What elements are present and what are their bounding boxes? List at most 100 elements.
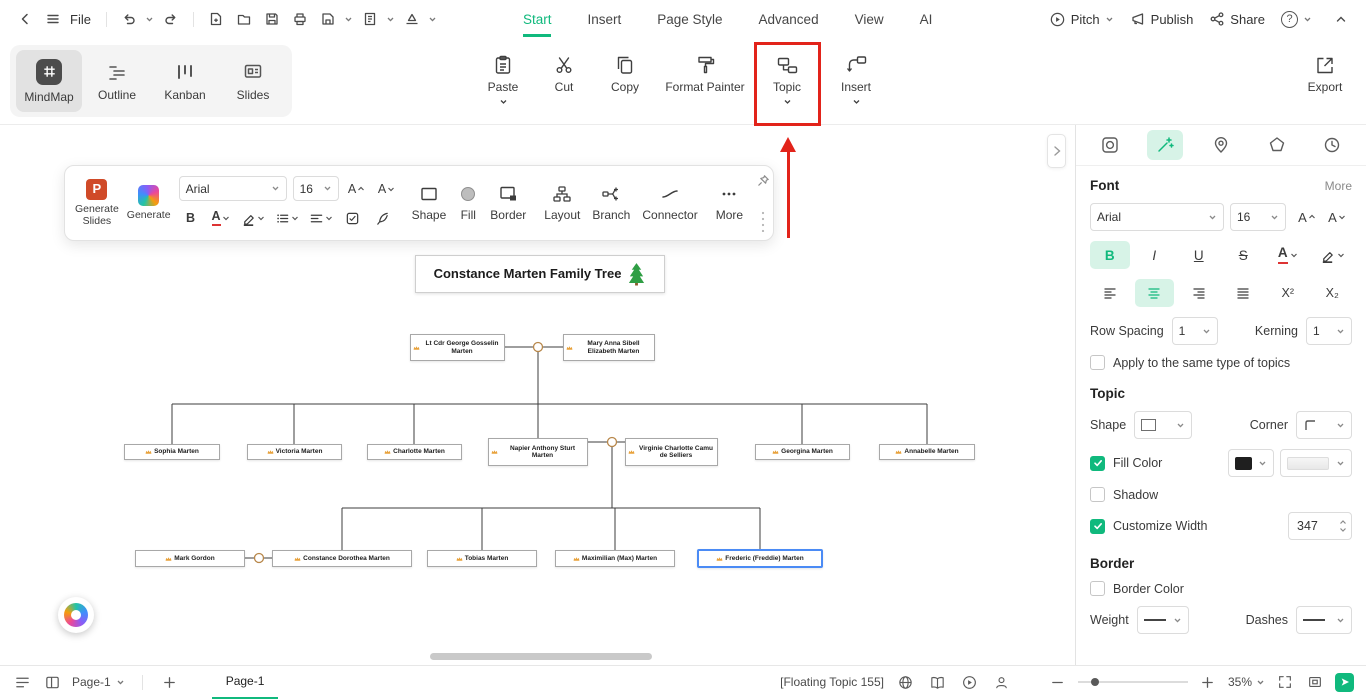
tree-node[interactable]: Maximilian (Max) Marten: [555, 550, 675, 567]
stepper-up-icon[interactable]: [1339, 519, 1347, 525]
outline-view-icon[interactable]: [12, 672, 32, 692]
tab-history[interactable]: [1314, 130, 1350, 160]
horizontal-scrollbar[interactable]: [430, 653, 652, 660]
back-icon[interactable]: [12, 6, 38, 32]
apply-same-type-checkbox[interactable]: [1090, 355, 1105, 370]
panel-decrease-font-button[interactable]: A: [1322, 203, 1352, 231]
collapse-panel-button[interactable]: [1047, 134, 1066, 168]
decrease-font-button[interactable]: A: [375, 177, 399, 201]
fullscreen-icon[interactable]: [1275, 672, 1295, 692]
clear-format-button[interactable]: [371, 206, 395, 230]
task-list-button[interactable]: [341, 206, 365, 230]
more-button[interactable]: More: [711, 183, 748, 224]
fill-color-select[interactable]: [1228, 449, 1274, 477]
cut-button[interactable]: Cut: [544, 46, 584, 118]
paste-button[interactable]: Paste: [478, 46, 528, 118]
view-kanban[interactable]: Kanban: [152, 50, 218, 112]
pin-icon[interactable]: [756, 174, 770, 188]
font-more-link[interactable]: More: [1325, 179, 1352, 193]
align-center-button[interactable]: [1134, 279, 1174, 307]
panel-highlight-button[interactable]: [1313, 241, 1353, 269]
pitch-button[interactable]: Pitch: [1049, 11, 1114, 28]
shape-select[interactable]: [1134, 411, 1193, 439]
undo-caret-icon[interactable]: [144, 6, 156, 32]
file-menu[interactable]: File: [70, 12, 91, 27]
new-document-icon[interactable]: [203, 6, 229, 32]
view-slides[interactable]: Slides: [220, 50, 286, 112]
collapse-ribbon-icon[interactable]: [1328, 6, 1354, 32]
border-weight-select[interactable]: [1136, 606, 1189, 634]
shadow-checkbox[interactable]: [1090, 487, 1105, 502]
zoom-slider[interactable]: [1077, 678, 1188, 686]
help-button[interactable]: ?: [1281, 10, 1312, 28]
tab-mark[interactable]: [1203, 130, 1239, 160]
export-button[interactable]: Export: [1298, 46, 1352, 118]
tree-node[interactable]: Charlotte Marten: [367, 444, 462, 460]
font-color-button[interactable]: A: [209, 206, 233, 230]
font-family-select[interactable]: Arial: [178, 176, 287, 201]
copy-button[interactable]: Copy: [602, 46, 648, 118]
tab-page-style[interactable]: Page Style: [657, 2, 722, 37]
kerning-select[interactable]: 1: [1306, 317, 1352, 345]
save-as-caret-icon[interactable]: [343, 6, 355, 32]
align-button[interactable]: [307, 206, 335, 230]
redo-icon[interactable]: [158, 6, 184, 32]
zoom-in-button[interactable]: [1198, 672, 1218, 692]
tab-ai-style[interactable]: [1147, 130, 1184, 160]
font-size-select[interactable]: 16: [292, 176, 339, 201]
customize-caret-icon[interactable]: [427, 6, 439, 32]
panel-font-family-select[interactable]: Arial: [1090, 203, 1224, 231]
tree-node[interactable]: Annabelle Marten: [879, 444, 975, 460]
import-caret-icon[interactable]: [385, 6, 397, 32]
highlight-color-button[interactable]: [239, 206, 267, 230]
dictionary-icon[interactable]: [928, 672, 948, 692]
tab-advanced[interactable]: Advanced: [759, 2, 819, 37]
tab-clipart[interactable]: [1259, 130, 1295, 160]
tree-node[interactable]: Mary Anna Sibell Elizabeth Marten: [563, 334, 655, 361]
navigation-mode-icon[interactable]: [1335, 672, 1354, 692]
align-right-button[interactable]: [1179, 279, 1219, 307]
panel-font-color-button[interactable]: A: [1268, 241, 1308, 269]
zoom-slider-knob[interactable]: [1090, 678, 1099, 686]
format-painter-button[interactable]: Format Painter: [660, 46, 750, 118]
tab-ai[interactable]: AI: [920, 2, 933, 37]
shape-button[interactable]: Shape: [407, 183, 452, 224]
panel-italic-button[interactable]: I: [1135, 241, 1175, 269]
panel-font-size-select[interactable]: 16: [1230, 203, 1286, 231]
page-selector[interactable]: Page-1: [72, 675, 125, 689]
fill-color-checkbox[interactable]: [1090, 455, 1105, 471]
tree-node[interactable]: Lt Cdr George Gosselin Marten: [410, 334, 505, 361]
zoom-out-button[interactable]: [1048, 672, 1068, 692]
tree-node[interactable]: Sophia Marten: [124, 444, 220, 460]
tab-style[interactable]: [1092, 130, 1128, 160]
drag-handle-icon[interactable]: [760, 210, 766, 232]
import-icon[interactable]: [357, 6, 383, 32]
increase-font-button[interactable]: A: [345, 177, 369, 201]
layout-button[interactable]: Layout: [539, 183, 585, 224]
tree-node[interactable]: Victoria Marten: [247, 444, 342, 460]
account-icon[interactable]: [992, 672, 1012, 692]
zoom-level-select[interactable]: 35%: [1228, 675, 1265, 689]
customize-toolbar-icon[interactable]: [399, 6, 425, 32]
generate-slides-button[interactable]: P Generate Slides: [75, 178, 119, 227]
undo-icon[interactable]: [116, 6, 142, 32]
tab-insert[interactable]: Insert: [587, 2, 621, 37]
align-justify-button[interactable]: [1224, 279, 1264, 307]
generate-ai-button[interactable]: Generate: [127, 184, 171, 221]
connector-button[interactable]: Connector: [637, 183, 702, 224]
border-dashes-select[interactable]: [1296, 606, 1352, 634]
superscript-button[interactable]: X²: [1268, 279, 1308, 307]
page-tab[interactable]: Page-1: [211, 666, 279, 699]
tree-node[interactable]: Virginie Charlotte Camu de Selliers: [625, 438, 718, 466]
share-button[interactable]: Share: [1209, 11, 1265, 27]
save-as-icon[interactable]: [315, 6, 341, 32]
save-icon[interactable]: [259, 6, 285, 32]
branch-button[interactable]: Branch: [587, 183, 635, 224]
panel-bold-button[interactable]: B: [1090, 241, 1130, 269]
view-mindmap[interactable]: MindMap: [16, 50, 82, 112]
align-left-button[interactable]: [1090, 279, 1130, 307]
add-page-button[interactable]: [160, 672, 180, 692]
tree-node[interactable]: Tobias Marten: [427, 550, 537, 567]
open-folder-icon[interactable]: [231, 6, 257, 32]
tree-node[interactable]: Constance Dorothea Marten: [272, 550, 412, 567]
